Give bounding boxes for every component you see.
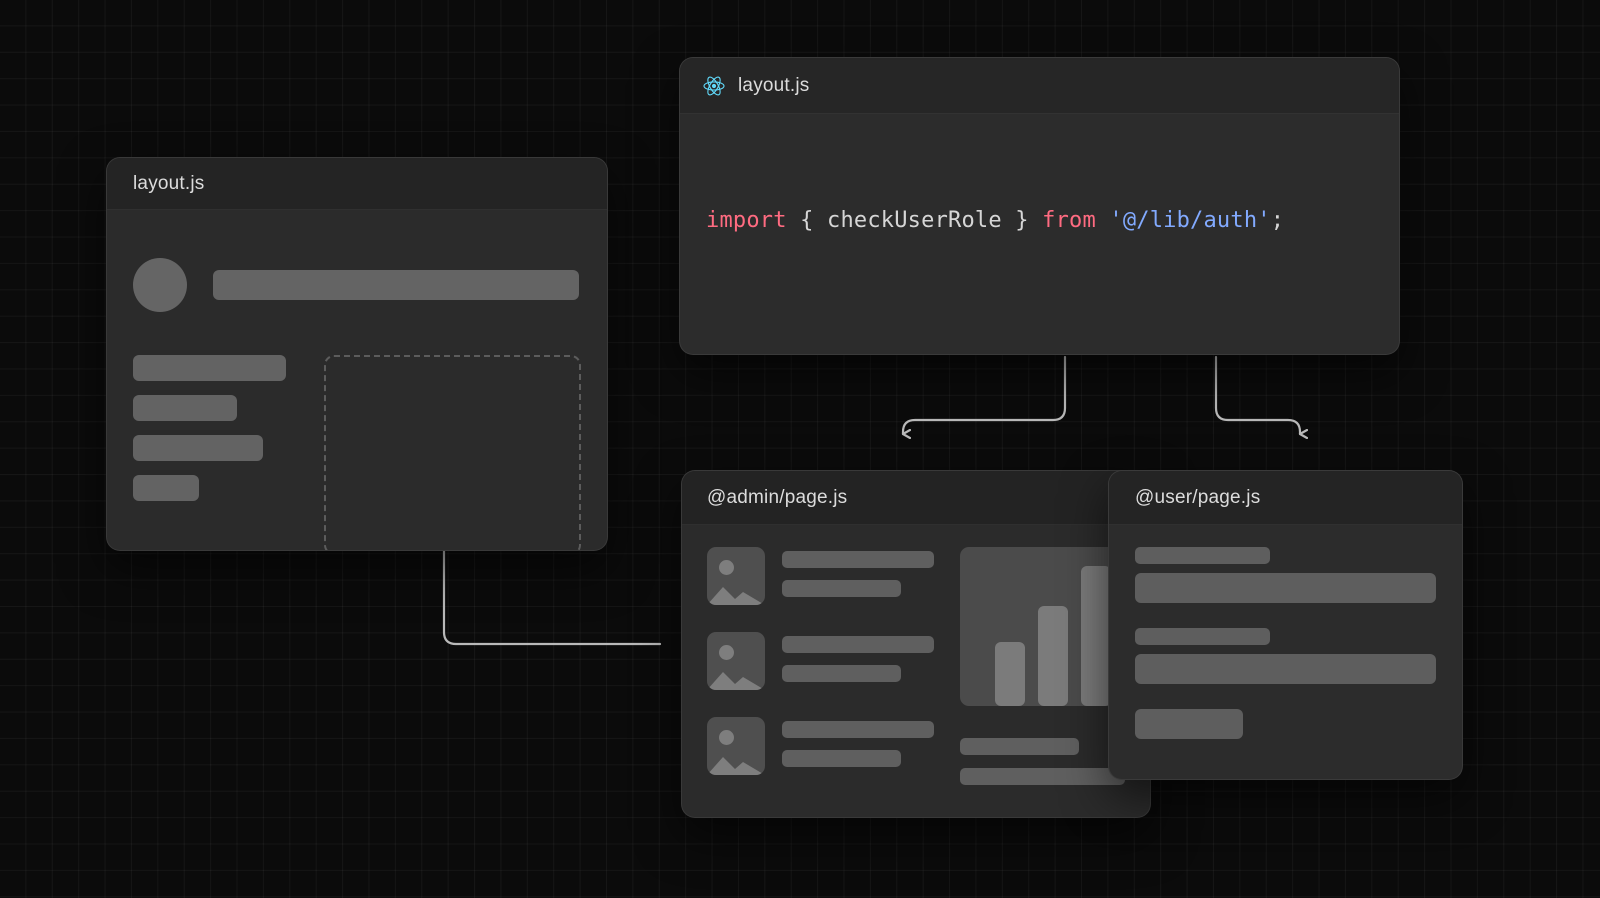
layout-wireframe-card-body: [107, 210, 607, 551]
nav-item-4-skeleton: [133, 475, 199, 501]
nav-item-1-skeleton: [133, 355, 286, 381]
user-page-card[interactable]: @user/page.js: [1108, 470, 1463, 780]
user-field-label-2: [1135, 628, 1270, 645]
wireframe-nav-column: [133, 355, 286, 551]
admin-page-card[interactable]: @admin/page.js: [681, 470, 1151, 818]
user-page-card-body: [1109, 525, 1462, 780]
user-field-input-1[interactable]: [1135, 573, 1436, 603]
layout-wireframe-card-header: layout.js: [107, 158, 607, 210]
code-card-title: layout.js: [738, 75, 810, 97]
code-card-header: layout.js: [680, 58, 1399, 114]
user-page-card-header: @user/page.js: [1109, 471, 1462, 525]
image-mountain-shape: [707, 745, 765, 775]
image-placeholder-icon: [707, 632, 765, 690]
admin-list-item: [707, 547, 934, 605]
admin-list-column: [707, 547, 934, 797]
canvas: layout.js: [0, 0, 1600, 898]
image-mountain-shape: [707, 660, 765, 690]
admin-list-item: [707, 632, 934, 690]
user-field-label-1: [1135, 547, 1270, 564]
header-bar-skeleton: [213, 270, 579, 300]
admin-item-line-2: [782, 750, 901, 767]
nav-item-3-skeleton: [133, 435, 263, 461]
admin-page-card-header: @admin/page.js: [682, 471, 1150, 525]
react-logo-svg: [702, 74, 726, 98]
user-field-input-2[interactable]: [1135, 654, 1436, 684]
wireframe-topbar-row: [133, 258, 581, 312]
user-form-field: [1135, 628, 1436, 684]
chart-bar-1: [995, 642, 1025, 706]
admin-item-line-1: [782, 551, 934, 568]
image-sun-shape: [719, 730, 734, 745]
admin-list-item-text: [782, 717, 934, 767]
layout-wireframe-card-title: layout.js: [133, 173, 205, 195]
children-slot-placeholder: [324, 355, 581, 551]
admin-page-card-body: [682, 525, 1150, 818]
admin-list-item: [707, 717, 934, 775]
wireframe-content-row: [133, 355, 581, 551]
admin-bar-chart: [960, 547, 1125, 706]
admin-item-line-1: [782, 636, 934, 653]
react-logo-icon: [702, 74, 726, 98]
admin-item-line-1: [782, 721, 934, 738]
admin-chart-column: [960, 547, 1125, 797]
avatar: [133, 258, 187, 312]
admin-page-card-title: @admin/page.js: [707, 487, 847, 509]
admin-list-item-text: [782, 547, 934, 597]
code-line-import: import { checkUserRole } from '@/lib/aut…: [706, 204, 1373, 238]
chart-bar-2: [1038, 606, 1068, 706]
image-sun-shape: [719, 645, 734, 660]
admin-chart-caption-1: [960, 738, 1079, 755]
image-placeholder-icon: [707, 547, 765, 605]
layout-wireframe-card[interactable]: layout.js: [106, 157, 608, 551]
code-editor-content[interactable]: import { checkUserRole } from '@/lib/aut…: [680, 114, 1399, 355]
code-line-blank: [706, 340, 1373, 355]
connector-layout-to-user: [1216, 357, 1300, 434]
image-mountain-shape: [707, 575, 765, 605]
user-page-card-title: @user/page.js: [1135, 487, 1260, 509]
chart-bar-3: [1081, 566, 1111, 706]
user-submit-button[interactable]: [1135, 709, 1243, 739]
admin-item-line-2: [782, 580, 901, 597]
connector-layout-to-admin: [903, 357, 1065, 434]
image-sun-shape: [719, 560, 734, 575]
admin-item-line-2: [782, 665, 901, 682]
admin-chart-caption-2: [960, 768, 1125, 785]
user-form-field: [1135, 547, 1436, 603]
nav-item-2-skeleton: [133, 395, 237, 421]
code-card[interactable]: layout.js import { checkUserRole } from …: [679, 57, 1400, 355]
image-placeholder-icon: [707, 717, 765, 775]
admin-list-item-text: [782, 632, 934, 682]
